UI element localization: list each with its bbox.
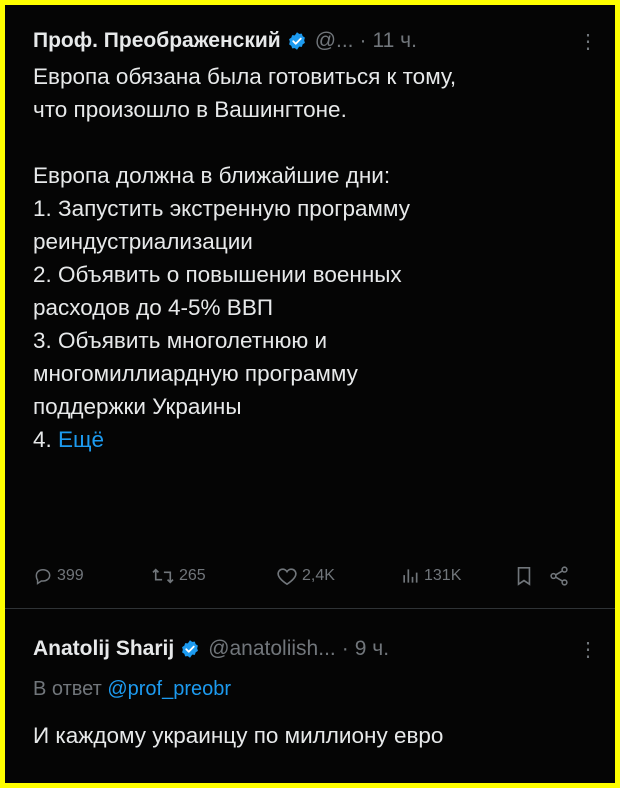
author-name[interactable]: Проф. Преображенский xyxy=(33,29,281,53)
views-count: 131K xyxy=(424,567,462,584)
bookmark-icon xyxy=(517,567,531,586)
reply-icon xyxy=(35,568,51,585)
tweet-text: Европа обязана была готовиться к тому, ч… xyxy=(33,60,597,456)
like-button[interactable]: 2,4K xyxy=(276,566,400,586)
bookmark-button[interactable] xyxy=(514,565,548,587)
more-icon[interactable]: ⋮ xyxy=(578,637,598,662)
reply-count: 399 xyxy=(57,567,84,584)
screenshot-frame: Проф. Преображенский @... · 11 ч. ⋮ Евро… xyxy=(5,5,615,783)
retweet-count: 265 xyxy=(179,567,206,584)
reply-prefix: В ответ xyxy=(33,678,102,700)
author-handle[interactable]: @... xyxy=(315,29,354,53)
verified-badge-icon xyxy=(287,31,307,51)
tweet-header: Проф. Преображенский @... · 11 ч. ⋮ xyxy=(33,23,598,59)
views-icon xyxy=(403,569,418,583)
tweet-time[interactable]: 11 ч. xyxy=(373,29,417,53)
verified-badge-icon xyxy=(180,639,200,659)
tweet-divider xyxy=(5,608,615,609)
views-button[interactable]: 131K xyxy=(400,566,514,586)
tweet-main[interactable]: Проф. Преображенский @... · 11 ч. ⋮ Евро… xyxy=(33,23,598,456)
reply-button[interactable]: 399 xyxy=(33,566,151,586)
reply-text: И каждому украинцу по миллиону евро xyxy=(33,723,444,748)
retweet-button[interactable]: 265 xyxy=(151,566,276,586)
separator-dot: · xyxy=(341,637,349,660)
retweet-icon xyxy=(152,568,174,584)
share-button[interactable] xyxy=(548,565,574,587)
reply-header: Anatolij Sharij @anatoliish... · 9 ч. ⋮ xyxy=(33,631,598,667)
reply-to-handle[interactable]: @prof_preobr xyxy=(107,678,231,700)
like-icon xyxy=(277,568,297,586)
reply-author-name[interactable]: Anatolij Sharij xyxy=(33,637,174,661)
reply-author-handle[interactable]: @anatoliish... xyxy=(208,637,336,661)
separator-dot: · xyxy=(359,29,367,52)
tweet-reply[interactable]: Anatolij Sharij @anatoliish... · 9 ч. ⋮ … xyxy=(33,631,598,752)
share-icon xyxy=(550,566,568,586)
tweet-actions: 399 265 2,4K 131K xyxy=(33,565,597,587)
tweet-text-content: Европа обязана была готовиться к тому, ч… xyxy=(33,64,457,452)
more-icon[interactable]: ⋮ xyxy=(578,29,598,54)
reply-time[interactable]: 9 ч. xyxy=(355,637,389,661)
like-count: 2,4K xyxy=(302,567,335,584)
reply-context: В ответ @prof_preobr xyxy=(33,673,597,705)
show-more-link[interactable]: Ещё xyxy=(58,427,104,452)
